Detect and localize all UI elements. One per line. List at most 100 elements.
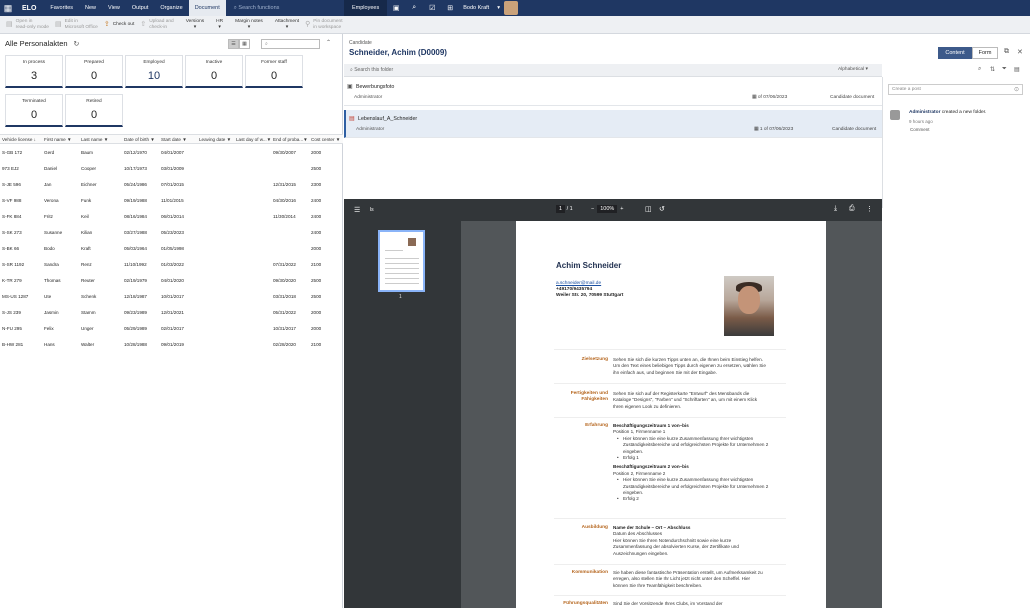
- divider: [554, 564, 786, 565]
- avatar[interactable]: [503, 1, 518, 15]
- employees-button[interactable]: Employees: [344, 0, 388, 16]
- print-icon[interactable]: ⎙: [849, 205, 855, 213]
- tile-inactive[interactable]: Inactive 0: [185, 55, 243, 88]
- tile-in-process[interactable]: In process 3: [5, 55, 63, 88]
- form-tab-button[interactable]: Form: [972, 47, 998, 59]
- expand-icon[interactable]: ⧉: [1004, 48, 1009, 56]
- table-row[interactable]: MS-US 1287 Ute Schenk 12/18/1987 10/01/2017 0…: [0, 289, 343, 305]
- table-row[interactable]: S-SK 273 Susanne Kilian 03/27/1988 05/23/202…: [0, 225, 343, 241]
- download-icon[interactable]: ⤓: [834, 205, 837, 213]
- fit-page-icon[interactable]: ◫: [645, 205, 652, 213]
- search-icon[interactable]: ⌕: [405, 4, 423, 12]
- create-post-input[interactable]: Create a post ⊙: [888, 84, 1023, 95]
- table-cell: 09/30/2020: [273, 278, 296, 283]
- column-header[interactable]: Vehicle license ↓: [2, 137, 36, 142]
- table-row[interactable]: S-GB 172 Gerd Baum 02/12/1970 04/01/2007 09/3…: [0, 145, 343, 161]
- chevron-down-icon[interactable]: ▾: [497, 5, 500, 11]
- filter-input[interactable]: ⌕: [261, 39, 320, 49]
- thumbnail-line: [385, 250, 403, 251]
- tile-employed[interactable]: Employed 10: [125, 55, 183, 88]
- table-cell: 12/01/2021: [161, 310, 184, 315]
- zoom-in-icon[interactable]: +: [620, 206, 623, 212]
- sort-dropdown[interactable]: Alphabetical ▾: [838, 67, 868, 72]
- column-header[interactable]: Start date ▼: [161, 137, 187, 142]
- nav-new[interactable]: New: [79, 0, 102, 16]
- table-row[interactable]: S-BK 66 Bodo Kraft 05/03/1964 01/05/1998 2000: [0, 241, 343, 257]
- grid-view-icon[interactable]: ▦: [239, 39, 250, 49]
- versions-dropdown[interactable]: Versions ▾: [186, 19, 204, 30]
- filter-icon[interactable]: ⏷: [1002, 66, 1007, 73]
- more-icon[interactable]: ⋮: [866, 205, 873, 213]
- upload-label-1: Upload and: [149, 19, 174, 24]
- zoom-input[interactable]: 100%: [597, 205, 618, 213]
- table-cell: S-JE 596: [2, 182, 21, 187]
- folder-search-input[interactable]: ⌕ Search this folder: [350, 67, 393, 73]
- column-header[interactable]: Leaving date ▼: [199, 137, 231, 142]
- close-icon[interactable]: ✕: [1017, 48, 1023, 56]
- table-row[interactable]: S-FK 884 Fritz Keil 08/16/1984 06/01/2014 11/…: [0, 209, 343, 225]
- tile-former-staff[interactable]: Former staff 0: [245, 55, 303, 88]
- tile-prepared[interactable]: Prepared 0: [65, 55, 123, 88]
- column-header[interactable]: Last name ▼: [81, 137, 108, 142]
- refresh-icon[interactable]: ↻: [74, 41, 80, 48]
- table-cell: Eichner: [81, 182, 97, 187]
- table-row[interactable]: K-TR 279 Thomas Reuter 02/19/1979 04/01/2020…: [0, 273, 343, 289]
- content-tab-button[interactable]: Content: [938, 47, 972, 59]
- layout-icon[interactable]: ▤: [1014, 66, 1020, 73]
- org-chart-icon[interactable]: ⊞: [441, 4, 459, 12]
- table-row[interactable]: S-VF 988 Verona Funk 09/19/1988 11/01/2015 04…: [0, 193, 343, 209]
- open-readonly-button[interactable]: ▤ Open in read-only mode: [6, 19, 49, 30]
- upload-checkin-button[interactable]: ⇧ Upload and check-in: [140, 19, 173, 30]
- nav-view[interactable]: View: [102, 0, 126, 16]
- nav-document[interactable]: Document: [188, 0, 226, 16]
- user-name[interactable]: Bodo Kraft: [463, 5, 489, 11]
- table-row[interactable]: B-HW 281 Hans Walter 10/28/1988 09/01/2019 02…: [0, 337, 343, 353]
- column-header[interactable]: End of proba...▼: [273, 137, 308, 142]
- chevron-up-icon[interactable]: ⌃: [326, 39, 331, 46]
- column-header[interactable]: Date of birth ▼: [124, 137, 155, 142]
- comment-link[interactable]: Comment: [910, 127, 930, 132]
- list-view-icon[interactable]: ☰: [228, 39, 239, 49]
- document-row[interactable]: ▤ Lebenslauf_A_Schneider Administrator ▦…: [344, 110, 882, 138]
- page-thumbnail[interactable]: [378, 230, 425, 292]
- column-header[interactable]: First name ▼: [44, 137, 72, 142]
- tasks-icon[interactable]: ☑: [423, 4, 441, 12]
- document-row[interactable]: ▣ Bewerbungsfoto Administrator ▦ of 07/0…: [344, 78, 882, 106]
- thumbnail-number: 1: [399, 294, 402, 300]
- pin-document-button[interactable]: ⚲ Pin document in workspace: [305, 19, 342, 30]
- table-cell: 06/01/2014: [161, 214, 184, 219]
- nav-organize[interactable]: Organize: [154, 0, 188, 16]
- attachment-dropdown[interactable]: Attachment ▾: [275, 19, 299, 30]
- attach-icon[interactable]: ⊙: [1014, 86, 1019, 93]
- nav-favorites[interactable]: Favorites: [44, 0, 79, 16]
- function-search[interactable]: ⌕ Search functions: [234, 5, 280, 12]
- table-row[interactable]: S-SR 1192 Sandra Renz 11/10/1992 01/03/2022 0…: [0, 257, 343, 273]
- table-row[interactable]: N-FU 295 Felix Unger 05/29/1989 02/01/2017 10…: [0, 321, 343, 337]
- cv-email[interactable]: a.schneider@mail.de: [556, 281, 601, 286]
- table-row[interactable]: S-JE 596 Jan Eichner 05/24/1986 07/01/2015 12…: [0, 177, 343, 193]
- hr-dropdown[interactable]: HR ▾: [216, 19, 223, 30]
- section-line: ihn einfach aus, und beginnen Sie mit de…: [613, 369, 717, 375]
- table-row[interactable]: 973 EJ2 Daniel Cooper 10/17/1973 03/01/2009 2…: [0, 161, 343, 177]
- rotate-icon[interactable]: ↺: [659, 205, 665, 213]
- table-cell: Verona: [44, 198, 59, 203]
- window-icon[interactable]: ▣: [387, 4, 405, 12]
- search-icon[interactable]: ⌕: [978, 66, 981, 73]
- table-row[interactable]: S-JS 239 Jasmin Stamm 09/23/1989 12/01/2021 0…: [0, 305, 343, 321]
- job-bullet: Erfolg 2: [613, 496, 789, 503]
- tile-terminated[interactable]: Terminated 0: [5, 94, 63, 127]
- check-out-button[interactable]: ⇪ Check out: [104, 21, 134, 27]
- app-grid-icon[interactable]: ▦: [0, 0, 16, 16]
- column-header[interactable]: Cost center ▼: [311, 137, 340, 142]
- nav-output[interactable]: Output: [126, 0, 155, 16]
- zoom-out-icon[interactable]: −: [591, 206, 594, 212]
- tile-retired[interactable]: Retired 0: [65, 94, 123, 127]
- menu-icon[interactable]: ☰: [354, 206, 360, 214]
- edit-icon: ▤: [54, 20, 62, 28]
- sort-icon[interactable]: ⇅: [990, 66, 995, 73]
- page-input[interactable]: 1: [556, 205, 566, 213]
- column-header[interactable]: Last day of w...▼: [236, 137, 271, 142]
- edit-office-button[interactable]: ▤ Edit in Microsoft Office: [55, 19, 98, 30]
- margin-notes-dropdown[interactable]: Margin notes ▾: [235, 19, 263, 30]
- tile-label: Inactive: [205, 60, 223, 65]
